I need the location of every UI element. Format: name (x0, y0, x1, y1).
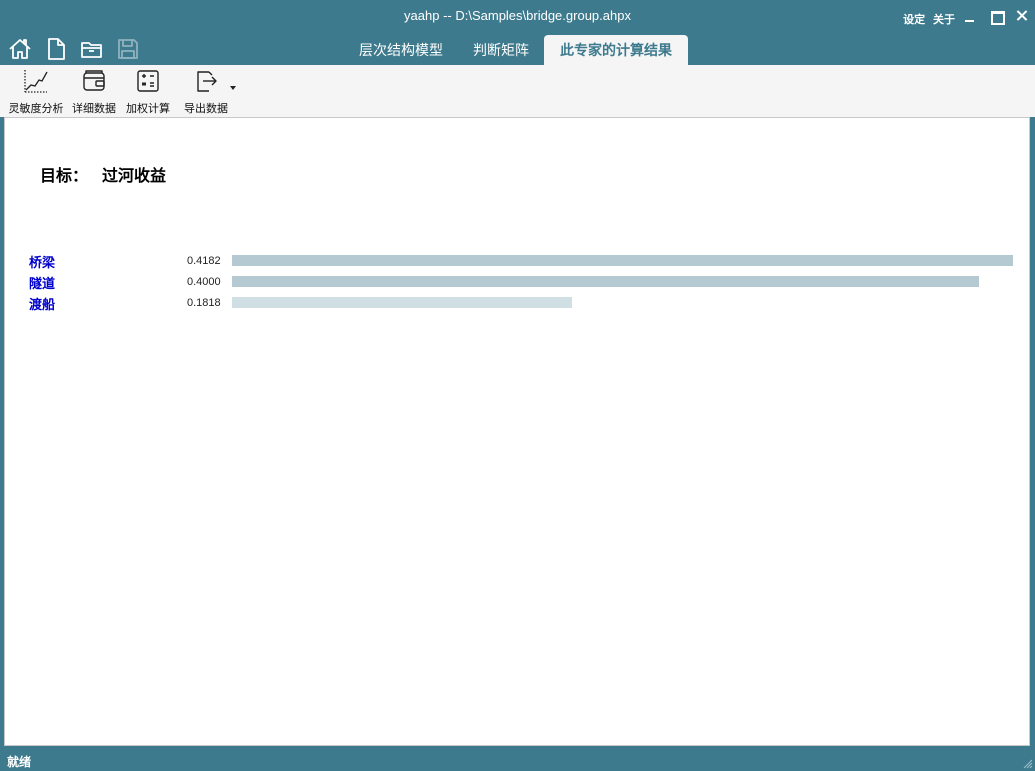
result-bar (232, 297, 572, 308)
result-value: 0.4000 (187, 276, 221, 288)
result-bar (232, 276, 979, 287)
tab-bar: 层次结构模型 判断矩阵 此专家的计算结果 (344, 34, 688, 65)
settings-link[interactable]: 设定 (903, 13, 925, 26)
sensitivity-analysis-button[interactable]: 灵敏度分析 (7, 67, 65, 117)
tab-expert-results[interactable]: 此专家的计算结果 (544, 35, 688, 65)
export-data-button[interactable]: 导出数据 (181, 67, 231, 117)
wallet-icon (83, 70, 105, 91)
weighted-calc-button[interactable]: 加权计算 (123, 67, 173, 117)
sensitivity-chart-icon (24, 70, 48, 93)
home-icon[interactable] (6, 36, 34, 62)
quick-toolbar (6, 36, 142, 62)
window-title: yaahp -- D:\Samples\bridge.group.ahpx (404, 8, 631, 23)
save-icon[interactable] (114, 36, 142, 62)
result-value: 0.4182 (187, 255, 221, 267)
result-value: 0.1818 (187, 297, 221, 309)
detail-data-button[interactable]: 详细数据 (69, 67, 119, 117)
export-icon (197, 71, 217, 92)
resize-grip-icon[interactable] (1021, 757, 1033, 769)
result-name-link[interactable]: 桥梁 (29, 252, 55, 271)
app-window: yaahp -- D:\Samples\bridge.group.ahpx 设定… (0, 0, 1035, 771)
export-dropdown-arrow-icon[interactable] (230, 86, 236, 90)
result-row: 桥梁 0.4182 (5, 252, 1029, 272)
tab-hierarchy-model[interactable]: 层次结构模型 (344, 35, 458, 65)
status-bar: 就绪 (0, 749, 1035, 771)
maximize-button[interactable] (983, 0, 1009, 34)
result-row: 隧道 0.4000 (5, 273, 1029, 293)
window-controls (957, 0, 1035, 34)
status-text: 就绪 (7, 755, 32, 769)
result-name-link[interactable]: 渡船 (29, 294, 55, 313)
title-links: 设定 关于 (899, 11, 955, 27)
export-data-label: 导出数据 (184, 103, 228, 115)
about-link[interactable]: 关于 (933, 13, 955, 26)
new-file-icon[interactable] (42, 36, 70, 62)
goal-value: 过河收益 (102, 166, 167, 185)
open-folder-icon[interactable] (78, 36, 106, 62)
results-panel: 目标： 过河收益 桥梁 0.4182 隧道 0.4000 渡船 0.1818 (4, 117, 1030, 746)
sensitivity-analysis-label: 灵敏度分析 (8, 103, 64, 115)
result-bar (232, 255, 1013, 266)
title-bar: yaahp -- D:\Samples\bridge.group.ahpx 设定… (0, 0, 1035, 34)
calculator-icon (137, 70, 159, 92)
goal-label: 目标： (40, 166, 89, 185)
result-row: 渡船 0.1818 (5, 294, 1029, 314)
detail-data-label: 详细数据 (72, 103, 116, 115)
tab-judgment-matrix[interactable]: 判断矩阵 (458, 35, 544, 65)
weighted-calc-label: 加权计算 (126, 103, 170, 115)
close-button[interactable] (1009, 0, 1035, 34)
goal-heading: 目标： 过河收益 (40, 162, 166, 186)
ribbon-toolbar: 灵敏度分析 详细数据 加权计算 导出数据 (0, 65, 1035, 117)
minimize-button[interactable] (957, 0, 983, 34)
result-name-link[interactable]: 隧道 (29, 273, 55, 292)
